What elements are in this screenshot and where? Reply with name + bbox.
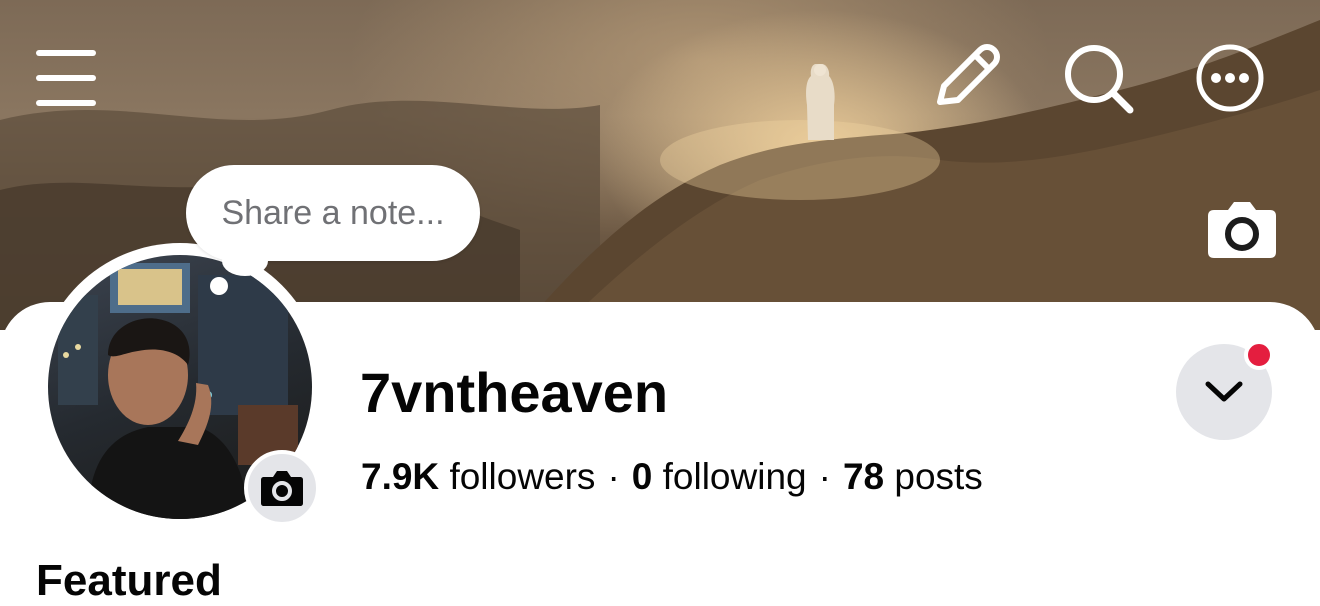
followers-count: 7.9K <box>361 456 440 497</box>
search-button[interactable] <box>1062 44 1136 114</box>
pencil-icon <box>937 44 1000 105</box>
profile-name: 7vntheaven <box>360 361 669 424</box>
search-icon <box>1065 45 1134 114</box>
chevron-down-icon <box>1205 381 1243 402</box>
more-options-icon <box>1196 44 1264 112</box>
following-count: 0 <box>631 456 653 497</box>
hamburger-menu-icon <box>36 50 96 106</box>
share-note-bubble[interactable]: Share a note... <box>186 165 480 261</box>
notification-badge <box>1244 340 1274 370</box>
following-link[interactable]: 0 following <box>632 456 807 497</box>
camera-icon <box>261 471 303 506</box>
edit-button[interactable] <box>930 44 1002 110</box>
more-options-button[interactable] <box>1194 42 1266 114</box>
menu-button[interactable] <box>34 46 98 110</box>
profile-stats: 7.9K followers · 0 following · 78 posts <box>361 456 983 498</box>
edit-cover-photo-button[interactable] <box>1206 198 1278 260</box>
section-heading-partial: Featured <box>36 556 222 605</box>
camera-icon <box>1208 202 1276 258</box>
stats-separator: · <box>818 456 831 497</box>
followers-link[interactable]: 7.9K followers <box>361 456 595 497</box>
stats-separator: · <box>607 456 620 497</box>
posts-count: 78 <box>842 456 885 497</box>
note-bubble-tail <box>222 246 268 276</box>
followers-label: followers <box>449 456 596 497</box>
share-note-placeholder: Share a note... <box>221 193 445 232</box>
posts-label: posts <box>894 456 983 497</box>
note-bubble-tail-dot <box>210 277 228 295</box>
posts-link[interactable]: 78 posts <box>843 456 983 497</box>
edit-profile-picture-button[interactable] <box>244 450 320 526</box>
following-label: following <box>662 456 807 497</box>
